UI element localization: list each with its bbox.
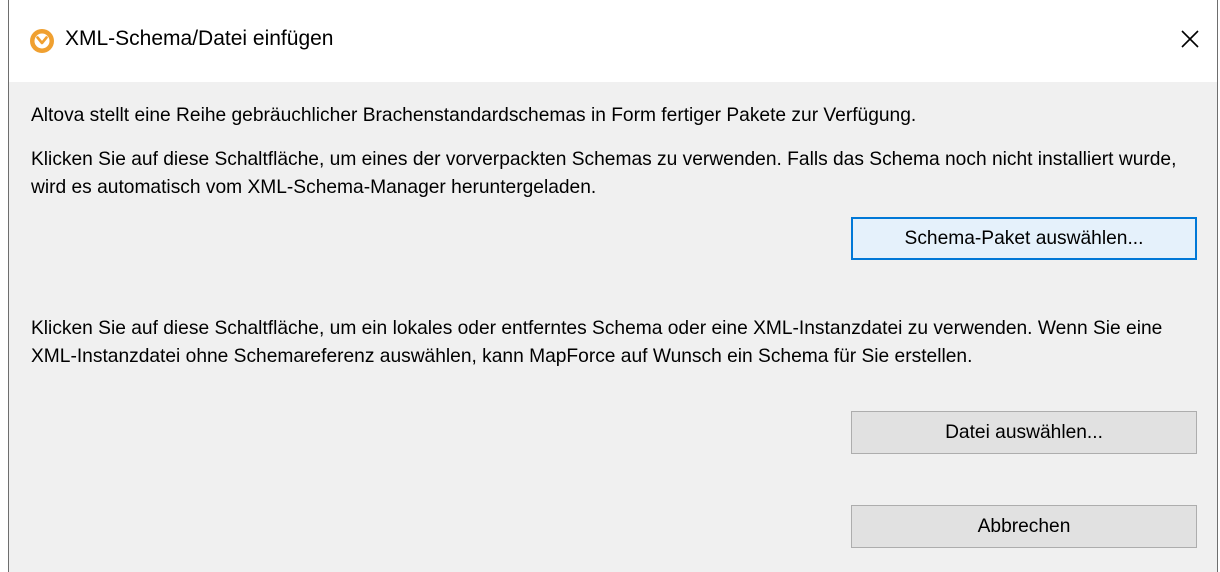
window-title: XML-Schema/Datei einfügen bbox=[65, 27, 334, 50]
file-description: Klicken Sie auf diese Schaltfläche, um e… bbox=[31, 318, 1163, 367]
select-schema-package-button[interactable]: Schema-Paket auswählen... bbox=[851, 217, 1197, 260]
intro-text: Altova stellt eine Reihe gebräuchlicher … bbox=[31, 105, 917, 126]
altova-mapforce-icon bbox=[29, 28, 55, 54]
close-icon bbox=[1180, 29, 1200, 54]
title-bar[interactable]: XML-Schema/Datei einfügen bbox=[9, 0, 1217, 82]
close-button[interactable] bbox=[1163, 14, 1217, 68]
dialog-content: Altova stellt eine Reihe gebräuchlicher … bbox=[9, 82, 1217, 572]
package-description: Klicken Sie auf diese Schaltfläche, um e… bbox=[31, 149, 1177, 198]
dialog-window: XML-Schema/Datei einfügen Altova stellt … bbox=[8, 0, 1218, 572]
cancel-button[interactable]: Abbrechen bbox=[851, 505, 1197, 548]
select-file-button[interactable]: Datei auswählen... bbox=[851, 411, 1197, 454]
